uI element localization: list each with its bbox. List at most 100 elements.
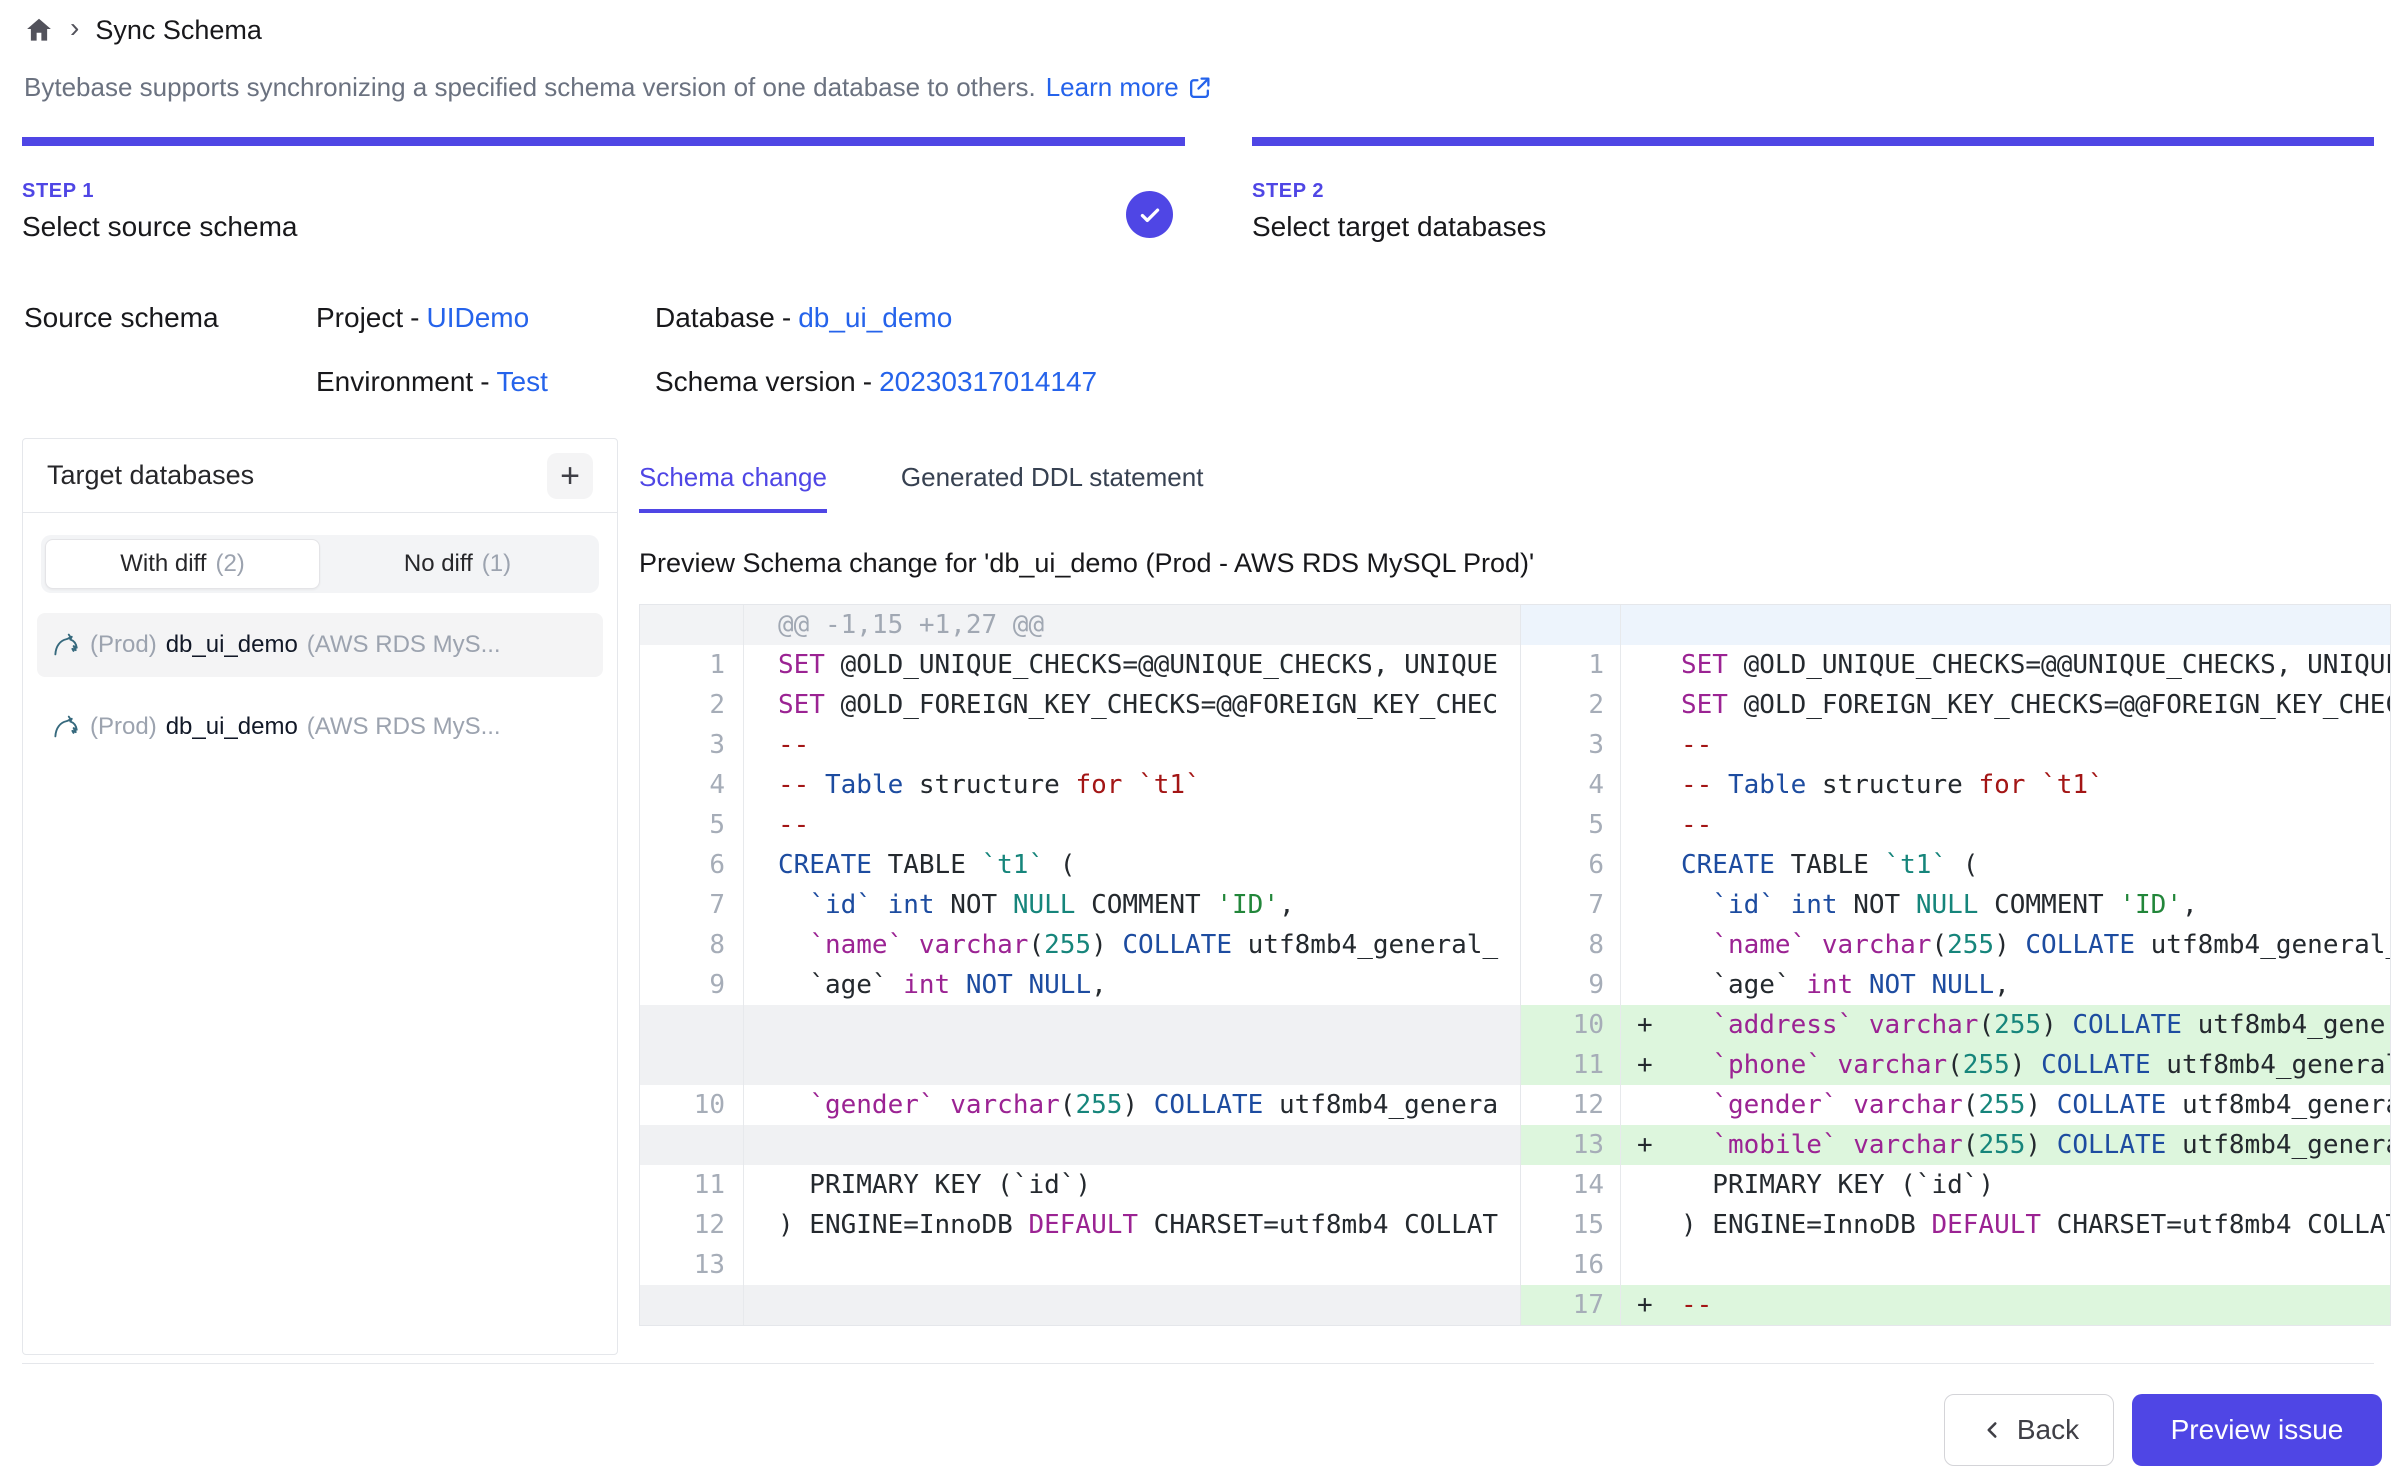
environment-link[interactable]: Test <box>497 366 548 397</box>
target-database-item[interactable]: (Prod) db_ui_demo (AWS RDS MyS... <box>37 695 603 759</box>
tab-generated-ddl[interactable]: Generated DDL statement <box>901 462 1204 513</box>
step-2: STEP 2 Select target databases <box>1252 137 2374 243</box>
line-number: 11 <box>1521 1045 1621 1085</box>
diff-line: 13+ `mobile` varchar(255) COLLATE utf8mb… <box>1521 1125 2390 1165</box>
schema-diff-editor[interactable]: @@ -1,15 +1,27 @@1SET @OLD_UNIQUE_CHECKS… <box>639 604 2391 1326</box>
diff-line: 8 `name` varchar(255) COLLATE utf8mb4_ge… <box>640 925 1520 965</box>
diff-line: 1SET @OLD_UNIQUE_CHECKS=@@UNIQUE_CHECKS,… <box>640 645 1520 685</box>
line-number: 9 <box>640 965 744 1005</box>
diff-line: 13 <box>640 1245 1520 1285</box>
line-number <box>640 1285 744 1325</box>
diff-line: 5-- <box>640 805 1520 845</box>
target-databases-title: Target databases <box>47 460 254 491</box>
diff-add-marker <box>1621 1245 1667 1285</box>
diff-add-marker <box>1621 885 1667 925</box>
diff-line <box>640 1045 1520 1085</box>
tab-with-diff[interactable]: With diff(2) <box>45 539 320 589</box>
code-line <box>744 1125 1520 1165</box>
home-icon[interactable] <box>24 15 54 45</box>
line-number: 14 <box>1521 1165 1621 1205</box>
diff-add-marker <box>1621 605 1667 645</box>
diff-add-marker <box>1621 805 1667 845</box>
source-environment-field: Environment-Test <box>316 364 655 400</box>
target-database-item[interactable]: (Prod) db_ui_demo (AWS RDS MyS... <box>37 613 603 677</box>
line-number <box>1521 605 1621 645</box>
description-text: Bytebase supports synchronizing a specif… <box>24 72 1036 103</box>
code-line <box>744 1045 1520 1085</box>
code-line: `gender` varchar(255) COLLATE utf8mb4_ge… <box>744 1085 1520 1125</box>
line-number: 13 <box>640 1245 744 1285</box>
mysql-icon <box>51 712 81 742</box>
code-line <box>744 1005 1520 1045</box>
code-line <box>744 1285 1520 1325</box>
code-line: SET @OLD_UNIQUE_CHECKS=@@UNIQUE_CHECKS, … <box>1667 645 2390 685</box>
line-number <box>640 1045 744 1085</box>
code-line: `gender` varchar(255) COLLATE utf8mb4_ge… <box>1667 1085 2390 1125</box>
code-line: ) ENGINE=InnoDB DEFAULT CHARSET=utf8mb4 … <box>744 1205 1520 1245</box>
external-link-icon <box>1187 75 1212 100</box>
target-database-list: (Prod) db_ui_demo (AWS RDS MyS... (Prod)… <box>37 613 603 759</box>
diff-add-marker <box>1621 1205 1667 1245</box>
learn-more-link[interactable]: Learn more <box>1046 72 1212 103</box>
diff-line <box>640 1005 1520 1045</box>
tab-no-diff[interactable]: No diff(1) <box>320 539 595 589</box>
diff-line <box>640 1285 1520 1325</box>
code-line: -- <box>744 725 1520 765</box>
code-line: PRIMARY KEY (`id`) <box>744 1165 1520 1205</box>
source-schema-version-field: Schema version-20230317014147 <box>655 364 1097 400</box>
project-link[interactable]: UIDemo <box>426 302 529 333</box>
back-button[interactable]: Back <box>1944 1394 2114 1466</box>
tab-schema-change[interactable]: Schema change <box>639 462 827 513</box>
mysql-icon <box>51 630 81 660</box>
code-line: `age` int NOT NULL, <box>1667 965 2390 1005</box>
page-description: Bytebase supports synchronizing a specif… <box>24 72 1212 103</box>
db-instance: (AWS RDS MyS... <box>307 631 501 659</box>
target-databases-panel: Target databases + With diff(2) No diff(… <box>22 438 618 1355</box>
source-schema-summary: Source schema Project-UIDemo Database-db… <box>24 300 1097 400</box>
line-number: 10 <box>1521 1005 1621 1045</box>
diff-line: 2SET @OLD_FOREIGN_KEY_CHECKS=@@FOREIGN_K… <box>1521 685 2390 725</box>
line-number: 5 <box>640 805 744 845</box>
line-number: 7 <box>640 885 744 925</box>
code-line: CREATE TABLE `t1` ( <box>744 845 1520 885</box>
code-line: PRIMARY KEY (`id`) <box>1667 1165 2390 1205</box>
step-1: STEP 1 Select source schema <box>22 137 1185 243</box>
preview-issue-button[interactable]: Preview issue <box>2132 1394 2382 1466</box>
step-2-title: Select target databases <box>1252 211 2374 243</box>
diff-line: 4-- Table structure for `t1` <box>1521 765 2390 805</box>
diff-add-marker: + <box>1621 1125 1667 1165</box>
step-1-title: Select source schema <box>22 211 1185 243</box>
step-complete-check-icon <box>1126 191 1173 238</box>
line-number: 8 <box>1521 925 1621 965</box>
chevron-left-icon <box>1979 1417 2005 1443</box>
diff-add-marker <box>1621 725 1667 765</box>
code-line <box>1667 605 2390 645</box>
diff-line: 17+-- <box>1521 1285 2390 1325</box>
code-line: -- <box>1667 805 2390 845</box>
line-number: 13 <box>1521 1125 1621 1165</box>
code-line: SET @OLD_UNIQUE_CHECKS=@@UNIQUE_CHECKS, … <box>744 645 1520 685</box>
line-number: 16 <box>1521 1245 1621 1285</box>
add-target-database-button[interactable]: + <box>547 453 593 499</box>
diff-add-marker <box>1621 965 1667 1005</box>
diff-line: @@ -1,15 +1,27 @@ <box>640 605 1520 645</box>
diff-line: 5-- <box>1521 805 2390 845</box>
diff-line: 8 `name` varchar(255) COLLATE utf8mb4_ge… <box>1521 925 2390 965</box>
schema-version-link[interactable]: 20230317014147 <box>879 366 1097 397</box>
diff-line: 12 `gender` varchar(255) COLLATE utf8mb4… <box>1521 1085 2390 1125</box>
step-2-label: STEP 2 <box>1252 180 2374 203</box>
line-number: 3 <box>640 725 744 765</box>
line-number: 3 <box>1521 725 1621 765</box>
code-line: `name` varchar(255) COLLATE utf8mb4_gene… <box>744 925 1520 965</box>
diff-line: 10 `gender` varchar(255) COLLATE utf8mb4… <box>640 1085 1520 1125</box>
code-line: -- <box>1667 1285 2390 1325</box>
line-number: 4 <box>640 765 744 805</box>
code-line: -- <box>1667 725 2390 765</box>
code-line: SET @OLD_FOREIGN_KEY_CHECKS=@@FOREIGN_KE… <box>1667 685 2390 725</box>
code-line: ) ENGINE=InnoDB DEFAULT CHARSET=utf8mb4 … <box>1667 1205 2390 1245</box>
db-name: db_ui_demo <box>166 631 298 659</box>
database-link[interactable]: db_ui_demo <box>798 302 952 333</box>
code-line: SET @OLD_FOREIGN_KEY_CHECKS=@@FOREIGN_KE… <box>744 685 1520 725</box>
diff-add-marker <box>1621 1085 1667 1125</box>
code-line <box>1667 1245 2390 1285</box>
